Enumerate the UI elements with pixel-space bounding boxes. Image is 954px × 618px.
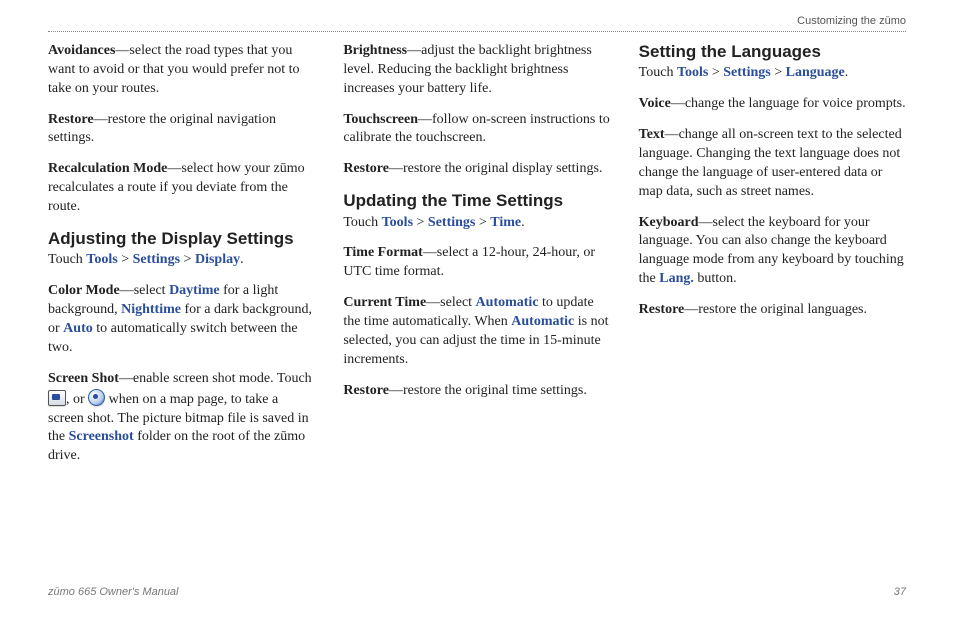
map-screenshot-icon xyxy=(88,389,105,406)
para-voice: Voice—change the language for voice prom… xyxy=(639,95,906,114)
link-tools: Tools xyxy=(86,252,117,267)
column-container: Avoidances—select the road types that yo… xyxy=(48,42,906,478)
term-nighttime: Nighttime xyxy=(121,302,181,317)
heading-languages: Setting the Languages xyxy=(639,42,906,62)
para-time-format: Time Format—select a 12-hour, 24-hour, o… xyxy=(343,244,610,282)
para-restore-nav: Restore—restore the original navigation … xyxy=(48,111,315,149)
breadcrumb-language: Touch Tools > Settings > Language. xyxy=(639,64,906,83)
term-automatic-2: Automatic xyxy=(511,314,574,329)
para-text-lang: Text—change all on-screen text to the se… xyxy=(639,126,906,202)
term-screenshot-folder: Screenshot xyxy=(69,429,134,444)
term-daytime: Daytime xyxy=(169,283,220,298)
heading-time-settings: Updating the Time Settings xyxy=(343,191,610,211)
para-touchscreen: Touchscreen—follow on-screen instruction… xyxy=(343,111,610,149)
para-screen-shot: Screen Shot—enable screen shot mode. Tou… xyxy=(48,370,315,466)
heading-display-settings: Adjusting the Display Settings xyxy=(48,229,315,249)
para-current-time: Current Time—select Automatic to update … xyxy=(343,294,610,370)
column-3: Setting the Languages Touch Tools > Sett… xyxy=(639,42,906,478)
manual-page: Customizing the zūmo Avoidances—select t… xyxy=(0,0,954,618)
link-tools: Tools xyxy=(677,65,708,80)
term-automatic: Automatic xyxy=(476,295,539,310)
page-number: 37 xyxy=(894,585,906,600)
footer: zūmo 665 Owner's Manual 37 xyxy=(48,585,906,600)
column-1: Avoidances—select the road types that yo… xyxy=(48,42,315,478)
term-auto: Auto xyxy=(63,321,93,336)
link-time: Time xyxy=(490,215,521,230)
link-settings: Settings xyxy=(133,252,180,267)
link-language: Language xyxy=(786,65,845,80)
para-avoidances: Avoidances—select the road types that yo… xyxy=(48,42,315,99)
link-settings: Settings xyxy=(428,215,475,230)
para-restore-time: Restore—restore the original time settin… xyxy=(343,382,610,401)
link-display: Display xyxy=(195,252,240,267)
para-recalc: Recalculation Mode—select how your zūmo … xyxy=(48,160,315,217)
running-head: Customizing the zūmo xyxy=(48,14,906,31)
para-keyboard: Keyboard—select the keyboard for your la… xyxy=(639,214,906,290)
para-restore-display: Restore—restore the original display set… xyxy=(343,160,610,179)
column-2: Brightness—adjust the backlight brightne… xyxy=(343,42,610,478)
link-settings: Settings xyxy=(723,65,770,80)
camera-icon xyxy=(48,390,66,406)
para-brightness: Brightness—adjust the backlight brightne… xyxy=(343,42,610,99)
footer-title: zūmo 665 Owner's Manual xyxy=(48,585,179,600)
link-tools: Tools xyxy=(382,215,413,230)
para-restore-lang: Restore—restore the original languages. xyxy=(639,301,906,320)
breadcrumb-time: Touch Tools > Settings > Time. xyxy=(343,214,610,233)
para-color-mode: Color Mode—select Daytime for a light ba… xyxy=(48,282,315,358)
breadcrumb-display: Touch Tools > Settings > Display. xyxy=(48,251,315,270)
term-lang-button: Lang. xyxy=(659,271,694,286)
header-rule xyxy=(48,31,906,32)
